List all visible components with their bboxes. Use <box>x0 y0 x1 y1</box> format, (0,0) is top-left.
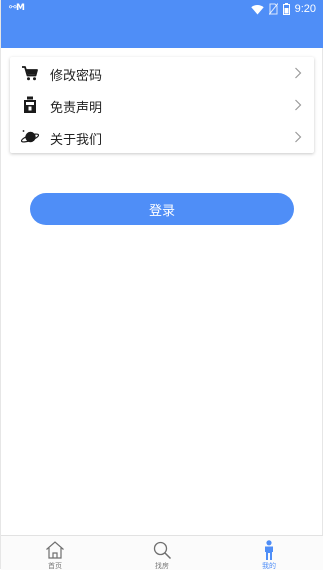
menu-item-label: 修改密码 <box>50 69 103 84</box>
login-button[interactable]: 登录 <box>30 193 294 225</box>
tab-label: 我的 <box>262 562 276 570</box>
settings-menu: 修改密码 免责声明 关于我们 <box>10 57 314 153</box>
tab-label: 首页 <box>48 562 62 570</box>
tab-label: 找房 <box>155 562 169 570</box>
wifi-icon <box>250 4 264 14</box>
no-sim-icon <box>268 3 278 15</box>
search-icon <box>153 541 172 560</box>
menu-item-change-password[interactable]: 修改密码 <box>10 57 314 89</box>
bottom-tab-bar: 首页 找房 我的 <box>1 535 323 570</box>
app-screen: ⚯M 9:20 修改密码 免责声明 关于我们 登录 首页 找房 我的 <box>0 0 323 570</box>
cart-icon <box>22 66 38 81</box>
status-bar: ⚯M 9:20 <box>1 0 323 48</box>
chevron-right-icon <box>295 67 302 79</box>
status-time: 9:20 <box>294 3 316 15</box>
tab-find-house[interactable]: 找房 <box>108 536 216 570</box>
tab-mine[interactable]: 我的 <box>215 536 323 570</box>
battery-icon <box>282 3 290 15</box>
home-icon <box>46 541 64 559</box>
status-icons: 9:20 <box>250 2 316 16</box>
menu-item-disclaimer[interactable]: 免责声明 <box>10 89 314 121</box>
planet-icon <box>21 130 39 143</box>
chevron-right-icon <box>295 131 302 143</box>
chevron-right-icon <box>295 99 302 111</box>
statement-icon <box>24 96 36 113</box>
menu-item-label: 关于我们 <box>50 133 103 148</box>
menu-item-label: 免责声明 <box>50 101 103 116</box>
status-indicator: ⚯M <box>9 3 25 13</box>
menu-item-about-us[interactable]: 关于我们 <box>10 121 314 153</box>
person-icon <box>265 540 273 560</box>
tab-home[interactable]: 首页 <box>1 536 109 570</box>
